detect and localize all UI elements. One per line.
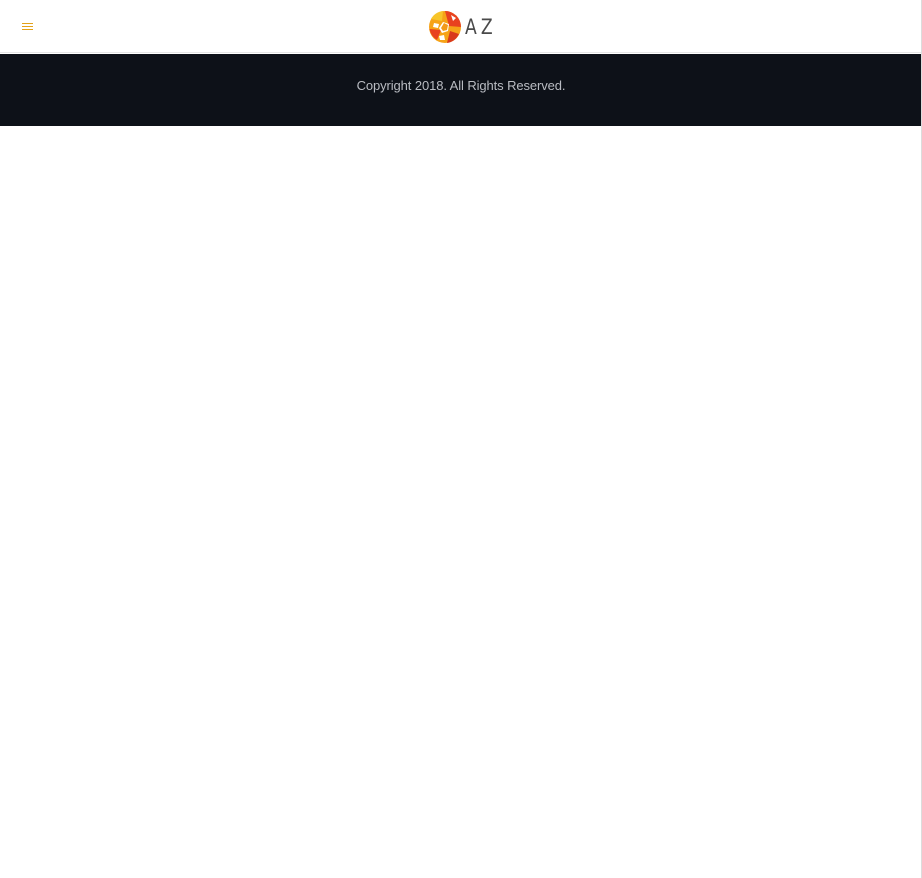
logo-text: AZ [465, 15, 497, 39]
top-navigation-bar: AZ [0, 0, 922, 53]
footer: Copyright 2018. All Rights Reserved. [0, 54, 922, 126]
site-logo[interactable]: AZ [427, 9, 504, 45]
menu-button[interactable] [14, 13, 40, 39]
az-logo-mark-icon [429, 11, 461, 43]
hamburger-menu-icon [21, 22, 33, 30]
copyright-text: Copyright 2018. All Rights Reserved. [356, 77, 566, 93]
page: AZ Copyright 2018. All Rights Reserved. [0, 0, 922, 878]
